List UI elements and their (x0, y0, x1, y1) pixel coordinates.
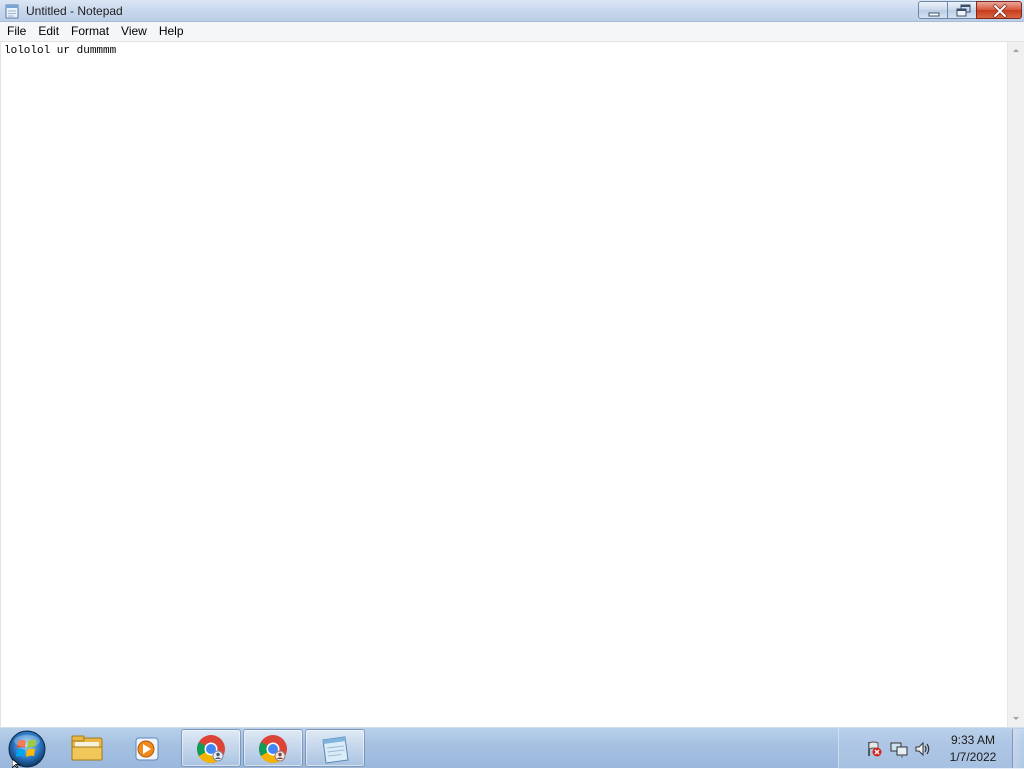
volume-icon[interactable] (914, 740, 932, 758)
folder-icon (71, 735, 103, 761)
minimize-button[interactable] (918, 1, 948, 19)
scroll-up-arrow-icon[interactable] (1008, 42, 1024, 59)
show-desktop-button[interactable] (1012, 729, 1024, 768)
taskbar-notepad[interactable] (305, 729, 365, 767)
editor-content[interactable]: lololol ur dummmm (4, 44, 1004, 58)
chrome-icon (259, 735, 287, 763)
taskbar-clock[interactable]: 9:33 AM 1/7/2022 (938, 732, 1008, 766)
notepad-icon (322, 736, 349, 764)
vertical-scrollbar[interactable] (1007, 42, 1024, 727)
action-center-flag-icon[interactable] (865, 740, 883, 758)
taskbar-chrome-2[interactable] (243, 729, 303, 767)
media-player-icon (135, 737, 159, 761)
menu-bar: File Edit Format View Help (0, 22, 1024, 42)
minimize-icon (928, 12, 940, 17)
taskbar: 9:33 AM 1/7/2022 (0, 727, 1024, 769)
taskbar-media-player[interactable] (118, 729, 178, 767)
scroll-down-arrow-icon[interactable] (1008, 710, 1024, 727)
menu-help[interactable]: Help (153, 22, 190, 41)
taskbar-chrome-1[interactable] (181, 729, 241, 767)
notepad-app-icon[interactable] (5, 3, 19, 19)
menu-edit[interactable]: Edit (32, 22, 65, 41)
mouse-cursor-icon (12, 759, 21, 768)
window-title: Untitled - Notepad (26, 4, 123, 18)
menu-file[interactable]: File (1, 22, 32, 41)
restore-button[interactable] (947, 1, 977, 19)
menu-view[interactable]: View (115, 22, 153, 41)
close-button[interactable] (976, 1, 1022, 19)
title-bar[interactable]: Untitled - Notepad (0, 0, 1024, 22)
network-icon[interactable] (890, 740, 908, 758)
text-editor[interactable]: lololol ur dummmm (0, 42, 1007, 727)
chrome-icon (197, 735, 225, 763)
close-icon (993, 4, 1007, 18)
menu-format[interactable]: Format (65, 22, 115, 41)
window-controls (918, 1, 1022, 19)
clock-date: 1/7/2022 (949, 750, 997, 764)
clock-time: 9:33 AM (950, 733, 996, 747)
restore-icon (956, 4, 971, 17)
taskbar-explorer[interactable] (58, 729, 118, 767)
